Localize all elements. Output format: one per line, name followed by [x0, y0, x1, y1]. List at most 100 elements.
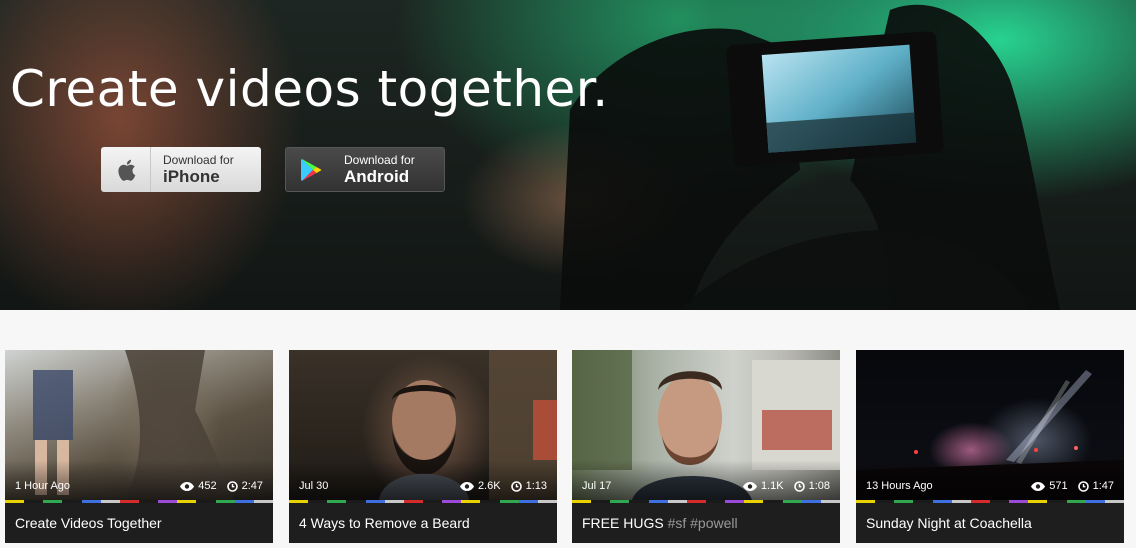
- stripe-segment: [989, 500, 1010, 503]
- stripe-segment: [308, 500, 328, 503]
- video-thumbnail: [856, 350, 1124, 500]
- stripe-segment: [572, 500, 592, 503]
- stripe-segment: [951, 500, 971, 503]
- stripe-segment: [499, 500, 519, 503]
- stripe-segment: [537, 500, 557, 503]
- stripe-segment: [1009, 500, 1029, 503]
- stripe-segment: [763, 500, 783, 503]
- stripe-segment: [744, 500, 764, 503]
- download-android-small-label: Download for: [344, 153, 415, 167]
- download-iphone-big-label: iPhone: [163, 167, 220, 186]
- stripe-segment: [289, 500, 309, 503]
- video-tags[interactable]: #sf #powell: [668, 515, 738, 531]
- clock-icon: [793, 480, 805, 492]
- video-thumbnail: [289, 350, 557, 500]
- clock-icon: [226, 480, 238, 492]
- stripe-segment: [1028, 500, 1048, 503]
- video-duration: 1:08: [808, 480, 830, 492]
- hero-background-image: [560, 4, 1060, 310]
- eye-icon: [459, 481, 474, 491]
- video-timestamp: Jul 30: [299, 480, 329, 492]
- stripe-segment: [705, 500, 726, 503]
- clock-icon: [1077, 480, 1089, 492]
- stripe-segment: [913, 500, 933, 503]
- stripe-segment: [686, 500, 706, 503]
- stripe-segment: [253, 500, 273, 503]
- stripe-segment: [782, 500, 802, 503]
- video-duration: 2:47: [241, 480, 263, 492]
- download-android-button[interactable]: Download for Android: [285, 147, 445, 192]
- video-title: Create Videos Together: [15, 515, 162, 531]
- color-stripe: [5, 500, 273, 503]
- stripe-segment: [403, 500, 423, 503]
- stripe-segment: [461, 500, 481, 503]
- stripe-segment: [648, 500, 668, 503]
- stripe-segment: [629, 500, 649, 503]
- stripe-segment: [1047, 500, 1067, 503]
- hero-title: Create videos together.: [10, 60, 609, 118]
- stripe-segment: [100, 500, 120, 503]
- stripe-segment: [384, 500, 404, 503]
- video-duration: 1:13: [525, 480, 547, 492]
- stripe-segment: [1085, 500, 1105, 503]
- stripe-segment: [725, 500, 745, 503]
- view-count: 1.1K: [760, 480, 784, 492]
- video-thumbnail: [5, 350, 273, 500]
- video-duration: 1:47: [1092, 480, 1114, 492]
- stripe-segment: [610, 500, 630, 503]
- video-thumbnail: [572, 350, 840, 500]
- stripe-segment: [327, 500, 347, 503]
- video-title: Sunday Night at Coachella: [866, 515, 1032, 531]
- eye-icon: [1031, 481, 1046, 491]
- video-timestamp: 13 Hours Ago: [866, 480, 933, 492]
- stripe-segment: [62, 500, 82, 503]
- stripe-segment: [346, 500, 366, 503]
- video-title: FREE HUGS: [582, 515, 664, 531]
- stripe-segment: [138, 500, 159, 503]
- download-iphone-button[interactable]: Download for iPhone: [101, 147, 261, 192]
- view-count: 571: [1049, 480, 1068, 492]
- stripe-segment: [970, 500, 990, 503]
- stripe-segment: [5, 500, 25, 503]
- apple-icon: [101, 147, 151, 192]
- stripe-segment: [422, 500, 443, 503]
- stripe-segment: [24, 500, 44, 503]
- eye-icon: [742, 481, 757, 491]
- color-stripe: [572, 500, 840, 503]
- stripe-segment: [365, 500, 385, 503]
- stripe-segment: [667, 500, 687, 503]
- color-stripe: [856, 500, 1124, 503]
- stripe-segment: [518, 500, 538, 503]
- video-timestamp: Jul 17: [582, 480, 612, 492]
- color-stripe: [289, 500, 557, 503]
- stripe-segment: [1104, 500, 1124, 503]
- hero-banner: Create videos together. Download for iPh…: [0, 0, 1136, 310]
- video-card-3[interactable]: Jul 17 1.1K 1:08 FREE HUGS #sf #powell: [572, 350, 840, 543]
- video-timestamp: 1 Hour Ago: [15, 480, 71, 492]
- stripe-segment: [177, 500, 197, 503]
- video-card-1[interactable]: 1 Hour Ago 452 2:47 Create Videos Togeth…: [5, 350, 273, 543]
- view-count: 2.6K: [477, 480, 501, 492]
- stripe-segment: [119, 500, 139, 503]
- download-android-big-label: Android: [344, 167, 410, 186]
- video-card-2[interactable]: Jul 30 2.6K 1:13 4 Ways to Remove a Bear…: [289, 350, 557, 543]
- video-card-4[interactable]: 13 Hours Ago 571 1:47 Sunday Night at Co…: [856, 350, 1124, 543]
- clock-icon: [510, 480, 522, 492]
- stripe-segment: [875, 500, 895, 503]
- download-iphone-small-label: Download for: [163, 153, 234, 167]
- video-title: 4 Ways to Remove a Beard: [299, 515, 470, 531]
- stripe-segment: [932, 500, 952, 503]
- stripe-segment: [81, 500, 101, 503]
- eye-icon: [180, 481, 195, 491]
- play-store-icon: [286, 147, 336, 192]
- stripe-segment: [1066, 500, 1086, 503]
- stripe-segment: [43, 500, 63, 503]
- stripe-segment: [894, 500, 914, 503]
- stripe-segment: [196, 500, 216, 503]
- stripe-segment: [215, 500, 235, 503]
- stripe-segment: [856, 500, 876, 503]
- stripe-segment: [801, 500, 821, 503]
- stripe-segment: [591, 500, 611, 503]
- stripe-segment: [442, 500, 462, 503]
- stripe-segment: [158, 500, 178, 503]
